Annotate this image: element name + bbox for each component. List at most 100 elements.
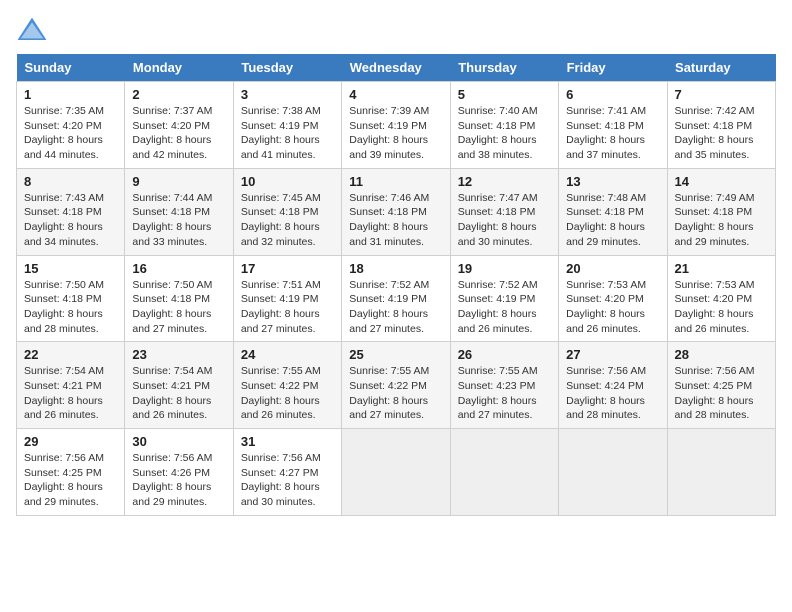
day-number: 19 [458, 261, 551, 276]
day-number: 24 [241, 347, 334, 362]
day-number: 29 [24, 434, 117, 449]
day-number: 14 [675, 174, 768, 189]
calendar-cell: 15 Sunrise: 7:50 AM Sunset: 4:18 PM Dayl… [17, 255, 125, 342]
day-detail: Sunrise: 7:50 AM Sunset: 4:18 PM Dayligh… [24, 278, 117, 337]
day-number: 4 [349, 87, 442, 102]
day-number: 10 [241, 174, 334, 189]
calendar-cell: 16 Sunrise: 7:50 AM Sunset: 4:18 PM Dayl… [125, 255, 233, 342]
calendar-cell [667, 429, 775, 516]
day-number: 6 [566, 87, 659, 102]
day-detail: Sunrise: 7:44 AM Sunset: 4:18 PM Dayligh… [132, 191, 225, 250]
day-number: 30 [132, 434, 225, 449]
day-detail: Sunrise: 7:35 AM Sunset: 4:20 PM Dayligh… [24, 104, 117, 163]
weekday-header-wednesday: Wednesday [342, 54, 450, 82]
weekday-header-thursday: Thursday [450, 54, 558, 82]
calendar-cell: 10 Sunrise: 7:45 AM Sunset: 4:18 PM Dayl… [233, 168, 341, 255]
calendar-cell: 8 Sunrise: 7:43 AM Sunset: 4:18 PM Dayli… [17, 168, 125, 255]
day-detail: Sunrise: 7:55 AM Sunset: 4:22 PM Dayligh… [241, 364, 334, 423]
day-number: 22 [24, 347, 117, 362]
day-number: 11 [349, 174, 442, 189]
calendar-cell: 29 Sunrise: 7:56 AM Sunset: 4:25 PM Dayl… [17, 429, 125, 516]
day-number: 18 [349, 261, 442, 276]
day-detail: Sunrise: 7:42 AM Sunset: 4:18 PM Dayligh… [675, 104, 768, 163]
day-number: 15 [24, 261, 117, 276]
day-detail: Sunrise: 7:55 AM Sunset: 4:22 PM Dayligh… [349, 364, 442, 423]
day-number: 12 [458, 174, 551, 189]
day-detail: Sunrise: 7:45 AM Sunset: 4:18 PM Dayligh… [241, 191, 334, 250]
day-number: 27 [566, 347, 659, 362]
calendar-cell: 2 Sunrise: 7:37 AM Sunset: 4:20 PM Dayli… [125, 82, 233, 169]
day-detail: Sunrise: 7:46 AM Sunset: 4:18 PM Dayligh… [349, 191, 442, 250]
calendar-cell: 9 Sunrise: 7:44 AM Sunset: 4:18 PM Dayli… [125, 168, 233, 255]
day-number: 2 [132, 87, 225, 102]
day-number: 5 [458, 87, 551, 102]
header [16, 16, 776, 44]
day-detail: Sunrise: 7:52 AM Sunset: 4:19 PM Dayligh… [458, 278, 551, 337]
day-detail: Sunrise: 7:48 AM Sunset: 4:18 PM Dayligh… [566, 191, 659, 250]
calendar-cell: 25 Sunrise: 7:55 AM Sunset: 4:22 PM Dayl… [342, 342, 450, 429]
logo-icon [16, 16, 48, 44]
weekday-header-saturday: Saturday [667, 54, 775, 82]
calendar-cell: 30 Sunrise: 7:56 AM Sunset: 4:26 PM Dayl… [125, 429, 233, 516]
calendar-cell: 23 Sunrise: 7:54 AM Sunset: 4:21 PM Dayl… [125, 342, 233, 429]
day-detail: Sunrise: 7:47 AM Sunset: 4:18 PM Dayligh… [458, 191, 551, 250]
day-detail: Sunrise: 7:53 AM Sunset: 4:20 PM Dayligh… [566, 278, 659, 337]
calendar-cell: 14 Sunrise: 7:49 AM Sunset: 4:18 PM Dayl… [667, 168, 775, 255]
calendar-table: SundayMondayTuesdayWednesdayThursdayFrid… [16, 54, 776, 516]
day-number: 26 [458, 347, 551, 362]
calendar-cell: 27 Sunrise: 7:56 AM Sunset: 4:24 PM Dayl… [559, 342, 667, 429]
day-number: 20 [566, 261, 659, 276]
calendar-cell: 31 Sunrise: 7:56 AM Sunset: 4:27 PM Dayl… [233, 429, 341, 516]
day-number: 3 [241, 87, 334, 102]
day-detail: Sunrise: 7:56 AM Sunset: 4:24 PM Dayligh… [566, 364, 659, 423]
day-detail: Sunrise: 7:52 AM Sunset: 4:19 PM Dayligh… [349, 278, 442, 337]
day-number: 1 [24, 87, 117, 102]
calendar-week-2: 8 Sunrise: 7:43 AM Sunset: 4:18 PM Dayli… [17, 168, 776, 255]
day-number: 9 [132, 174, 225, 189]
calendar-cell: 18 Sunrise: 7:52 AM Sunset: 4:19 PM Dayl… [342, 255, 450, 342]
day-number: 21 [675, 261, 768, 276]
calendar-week-5: 29 Sunrise: 7:56 AM Sunset: 4:25 PM Dayl… [17, 429, 776, 516]
calendar-cell: 4 Sunrise: 7:39 AM Sunset: 4:19 PM Dayli… [342, 82, 450, 169]
calendar-cell: 19 Sunrise: 7:52 AM Sunset: 4:19 PM Dayl… [450, 255, 558, 342]
day-number: 25 [349, 347, 442, 362]
calendar-cell: 28 Sunrise: 7:56 AM Sunset: 4:25 PM Dayl… [667, 342, 775, 429]
calendar-week-3: 15 Sunrise: 7:50 AM Sunset: 4:18 PM Dayl… [17, 255, 776, 342]
calendar-cell [450, 429, 558, 516]
day-number: 8 [24, 174, 117, 189]
day-detail: Sunrise: 7:49 AM Sunset: 4:18 PM Dayligh… [675, 191, 768, 250]
calendar-cell: 12 Sunrise: 7:47 AM Sunset: 4:18 PM Dayl… [450, 168, 558, 255]
day-detail: Sunrise: 7:41 AM Sunset: 4:18 PM Dayligh… [566, 104, 659, 163]
day-number: 28 [675, 347, 768, 362]
calendar-week-1: 1 Sunrise: 7:35 AM Sunset: 4:20 PM Dayli… [17, 82, 776, 169]
calendar-cell: 7 Sunrise: 7:42 AM Sunset: 4:18 PM Dayli… [667, 82, 775, 169]
calendar-cell: 1 Sunrise: 7:35 AM Sunset: 4:20 PM Dayli… [17, 82, 125, 169]
calendar-cell: 17 Sunrise: 7:51 AM Sunset: 4:19 PM Dayl… [233, 255, 341, 342]
day-number: 17 [241, 261, 334, 276]
day-detail: Sunrise: 7:37 AM Sunset: 4:20 PM Dayligh… [132, 104, 225, 163]
day-detail: Sunrise: 7:40 AM Sunset: 4:18 PM Dayligh… [458, 104, 551, 163]
day-number: 31 [241, 434, 334, 449]
calendar-cell: 26 Sunrise: 7:55 AM Sunset: 4:23 PM Dayl… [450, 342, 558, 429]
day-number: 7 [675, 87, 768, 102]
day-detail: Sunrise: 7:51 AM Sunset: 4:19 PM Dayligh… [241, 278, 334, 337]
day-detail: Sunrise: 7:55 AM Sunset: 4:23 PM Dayligh… [458, 364, 551, 423]
day-number: 13 [566, 174, 659, 189]
calendar-cell: 3 Sunrise: 7:38 AM Sunset: 4:19 PM Dayli… [233, 82, 341, 169]
day-detail: Sunrise: 7:56 AM Sunset: 4:26 PM Dayligh… [132, 451, 225, 510]
weekday-header-sunday: Sunday [17, 54, 125, 82]
calendar-cell: 22 Sunrise: 7:54 AM Sunset: 4:21 PM Dayl… [17, 342, 125, 429]
day-detail: Sunrise: 7:56 AM Sunset: 4:25 PM Dayligh… [675, 364, 768, 423]
day-number: 23 [132, 347, 225, 362]
day-detail: Sunrise: 7:56 AM Sunset: 4:25 PM Dayligh… [24, 451, 117, 510]
calendar-cell: 13 Sunrise: 7:48 AM Sunset: 4:18 PM Dayl… [559, 168, 667, 255]
day-detail: Sunrise: 7:43 AM Sunset: 4:18 PM Dayligh… [24, 191, 117, 250]
day-detail: Sunrise: 7:54 AM Sunset: 4:21 PM Dayligh… [24, 364, 117, 423]
weekday-header-friday: Friday [559, 54, 667, 82]
weekday-header-monday: Monday [125, 54, 233, 82]
calendar-cell: 11 Sunrise: 7:46 AM Sunset: 4:18 PM Dayl… [342, 168, 450, 255]
calendar-cell: 21 Sunrise: 7:53 AM Sunset: 4:20 PM Dayl… [667, 255, 775, 342]
calendar-cell: 24 Sunrise: 7:55 AM Sunset: 4:22 PM Dayl… [233, 342, 341, 429]
day-detail: Sunrise: 7:56 AM Sunset: 4:27 PM Dayligh… [241, 451, 334, 510]
calendar-week-4: 22 Sunrise: 7:54 AM Sunset: 4:21 PM Dayl… [17, 342, 776, 429]
